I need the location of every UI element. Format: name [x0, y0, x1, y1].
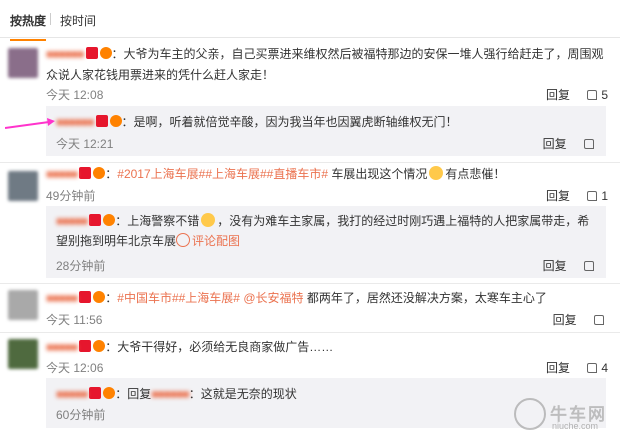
comment-actions: 回复 — [553, 311, 608, 328]
reply-text: ■■■■■ ：上海警察不错 ，没有为难车主家属，我打的经过时刚巧遇上福特的人把家属带… — [56, 211, 596, 251]
username-link[interactable]: ■■■■■ — [56, 214, 88, 228]
member-badge-icon — [93, 291, 106, 303]
vip-badge-icon — [79, 340, 92, 352]
reply-time: 今天 12:21 — [56, 137, 114, 151]
comment-item: ■■■■■ ：#中国车市##上海车展# @长安福特 都两年了，居然还没解决方案，太… — [0, 284, 620, 332]
reply-button[interactable]: 回复 — [543, 259, 567, 273]
comment-actions: 回复 1 — [546, 187, 608, 204]
comment-time: 今天 12:06 — [46, 361, 104, 375]
avatar[interactable] — [8, 339, 38, 369]
like-count: 5 — [601, 88, 608, 102]
mention-link[interactable]: @长安福特 — [243, 291, 303, 305]
member-badge-icon — [103, 214, 116, 226]
topic-link[interactable]: #中国车市# — [117, 291, 178, 305]
like-button[interactable] — [594, 313, 608, 327]
like-count: 4 — [601, 361, 608, 375]
avatar[interactable] — [8, 290, 38, 320]
reply-body: ：上海警察不错 — [115, 214, 200, 228]
member-badge-icon — [93, 340, 106, 352]
reply-button[interactable]: 回复 — [546, 86, 570, 103]
username-link[interactable]: ■■■■■ — [46, 291, 78, 305]
comment-time: 今天 11:56 — [46, 313, 103, 327]
reply-body: ：是啊，听着就倍觉辛酸，因为我当年也因翼虎断轴维权无门！ — [121, 115, 458, 129]
reply-time: 60分钟前 — [56, 408, 106, 422]
sort-by-hot-tab[interactable]: 按热度 — [10, 12, 47, 41]
vip-badge-icon — [95, 115, 108, 127]
thumbs-up-icon — [594, 315, 604, 325]
thumbs-up-icon — [587, 90, 598, 100]
vip-badge-icon — [79, 291, 92, 303]
topic-link[interactable]: #上海车展# — [205, 167, 266, 181]
username-link[interactable]: ■■■■■ — [46, 340, 78, 354]
comment-body: 车展出现这个情况 — [328, 167, 428, 181]
comment-item: ■■■■■■ ：大爷为车主的父亲，自己买票进来维权然后被福特那边的安保一堆人强行给… — [0, 38, 620, 106]
thumbs-up-icon — [584, 261, 594, 271]
comment-actions: 回复 4 — [546, 359, 608, 376]
comment-body: ：大爷为车主的父亲，自己买票进来维权然后被福特那边的安保一堆人强行给赶走了，周围… — [46, 47, 604, 82]
reply-body-cont: ：这就是无奈的现状 — [188, 387, 297, 401]
reply-item: ■■■■■■ ：是啊，听着就倍觉辛酸，因为我当年也因翼虎断轴维权无门！ 今天 12… — [46, 106, 606, 156]
comment-body: 都两年了，居然还没解决方案，太寒车主心了 — [303, 291, 547, 305]
sort-separator — [50, 13, 51, 25]
like-button[interactable]: 5 — [587, 88, 608, 102]
like-button[interactable] — [584, 137, 598, 151]
thumbs-up-emoji-icon — [201, 213, 216, 227]
member-badge-icon — [99, 47, 112, 59]
thumbs-up-icon — [584, 139, 594, 149]
sort-by-time-tab[interactable]: 按时间 — [60, 12, 96, 29]
reply-actions: 回复 — [543, 257, 598, 274]
reply-item: ■■■■■ ：上海警察不错 ，没有为难车主家属，我打的经过时刚巧遇上福特的人把家属带… — [46, 206, 606, 278]
topic-link[interactable]: #直播车市# — [267, 167, 328, 181]
watermark-url: niuche.com — [552, 421, 599, 431]
comment-text: ■■■■■■ ：大爷为车主的父亲，自己买票进来维权然后被福特那边的安保一堆人强行给… — [46, 44, 606, 86]
thumbs-up-icon — [587, 191, 598, 201]
like-count: 1 — [601, 189, 608, 203]
comment-text: ■■■■■ ：#2017上海车展##上海车展##直播车市# 车展出现这个情况 有点悲… — [46, 166, 506, 181]
reply-button[interactable]: 回复 — [546, 359, 570, 376]
member-badge-icon — [93, 167, 106, 179]
comment-text: ■■■■■ ：大爷干得好，必须给无良商家做广告…… — [46, 337, 606, 358]
watermark-logo-icon — [514, 398, 546, 430]
username-link[interactable]: ■■■■■ — [46, 167, 78, 181]
comment-time: 49分钟前 — [46, 189, 96, 203]
avatar[interactable] — [8, 171, 38, 201]
like-button[interactable]: 4 — [587, 361, 608, 375]
vip-badge-icon — [89, 214, 102, 226]
topic-link[interactable]: #上海车展# — [179, 291, 240, 305]
reply-button[interactable]: 回复 — [553, 311, 577, 328]
comment-text: ■■■■■ ：#中国车市##上海车展# @长安福特 都两年了，居然还没解决方案，太… — [46, 291, 547, 305]
username-link[interactable]: ■■■■■■ — [56, 115, 94, 129]
sort-bar: 按热度 按时间 — [0, 0, 620, 41]
reply-time: 28分钟前 — [56, 259, 106, 273]
picture-icon — [176, 233, 191, 247]
mention-link[interactable]: ■■■■■■ — [151, 387, 189, 401]
view-picture-link[interactable]: 评论配图 — [176, 233, 240, 248]
member-badge-icon — [103, 387, 116, 399]
like-button[interactable]: 1 — [587, 189, 608, 203]
reply-body: ：回复 — [115, 387, 152, 401]
reply-button[interactable]: 回复 — [546, 187, 570, 204]
emoji-icon — [429, 166, 444, 180]
topic-link[interactable]: #2017上海车展# — [117, 167, 205, 181]
pink-arrow-icon — [5, 118, 55, 129]
username-link[interactable]: ■■■■■ — [56, 387, 88, 401]
reply-actions: 回复 — [543, 135, 598, 152]
vip-badge-icon — [79, 167, 92, 179]
vip-badge-icon — [85, 47, 98, 59]
like-button[interactable] — [584, 259, 598, 273]
comment-time: 今天 12:08 — [46, 88, 104, 102]
thumbs-up-icon — [587, 363, 598, 373]
avatar[interactable] — [8, 48, 38, 78]
vip-badge-icon — [89, 387, 102, 399]
watermark: 牛车网 niuche.com — [514, 398, 614, 432]
member-badge-icon — [109, 115, 122, 127]
reply-text: ■■■■■■ ：是啊，听着就倍觉辛酸，因为我当年也因翼虎断轴维权无门！ — [56, 112, 596, 132]
comment-body-end: 有点悲催！ — [445, 167, 506, 181]
username-link[interactable]: ■■■■■■ — [46, 47, 84, 61]
reply-button[interactable]: 回复 — [543, 137, 567, 151]
comment-actions: 回复 5 — [546, 86, 608, 103]
comment-body: ：大爷干得好，必须给无良商家做广告…… — [105, 340, 334, 354]
